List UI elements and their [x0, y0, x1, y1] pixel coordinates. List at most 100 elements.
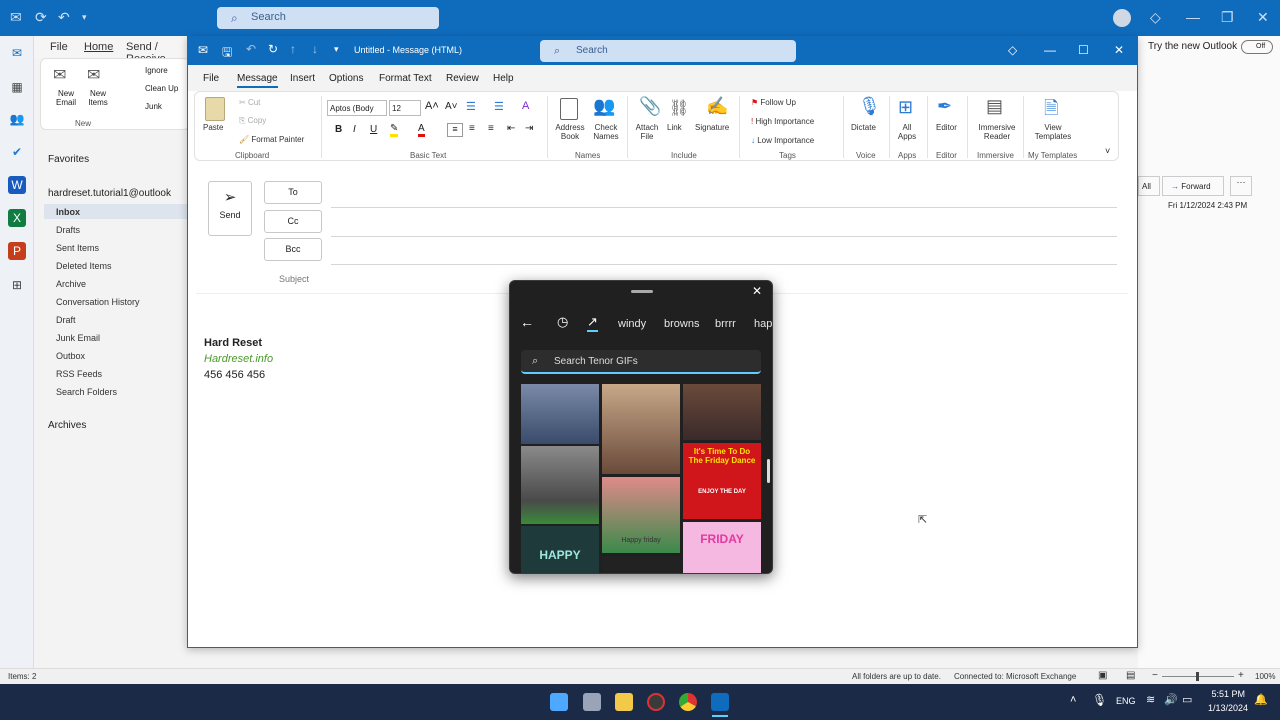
cc-button[interactable]: Cc — [264, 210, 322, 233]
copy-button[interactable]: ⎘ Copy — [239, 116, 266, 126]
zoom-in-icon[interactable]: + — [1238, 670, 1244, 681]
to-button[interactable]: To — [264, 181, 322, 204]
apps-icon[interactable]: ⊞ — [8, 276, 26, 294]
immersive-reader-button[interactable]: Immersive Reader — [975, 123, 1019, 141]
new-email-button[interactable]: New Email — [51, 89, 81, 107]
recent-clock-icon[interactable]: ◷ — [557, 314, 568, 330]
styles-icon[interactable]: A — [522, 100, 529, 112]
zoom-out-icon[interactable]: − — [1152, 670, 1158, 681]
start-icon[interactable] — [550, 693, 568, 711]
tab-review[interactable]: Review — [446, 73, 479, 84]
redo-icon[interactable]: ↻ — [268, 42, 278, 56]
low-importance-button[interactable]: ↓ Low Importance — [751, 136, 814, 145]
avatar[interactable] — [1113, 9, 1131, 27]
close-icon[interactable]: ✕ — [1114, 43, 1124, 57]
folder-sent[interactable]: Sent Items — [56, 243, 99, 253]
gif-thumbnail[interactable]: Happy friday — [602, 477, 680, 553]
to-field[interactable] — [331, 207, 1117, 208]
forward-button[interactable]: → Forward — [1162, 176, 1224, 196]
bullets-icon[interactable]: ☰ — [466, 100, 476, 113]
format-painter-button[interactable]: 🖌 Format Painter — [239, 135, 304, 144]
tag-brrrr[interactable]: brrrr — [715, 318, 736, 330]
reading-view-icon[interactable]: ▤ — [1126, 670, 1135, 681]
close-icon[interactable]: ✕ — [1257, 9, 1269, 26]
folder-outbox[interactable]: Outbox — [56, 351, 85, 361]
tab-format-text[interactable]: Format Text — [379, 73, 432, 84]
check-names-button[interactable]: Check Names — [588, 123, 624, 141]
high-importance-button[interactable]: ! High Importance — [751, 117, 814, 126]
microphone-icon[interactable]: 🎙 — [1092, 693, 1107, 707]
paste-icon[interactable] — [205, 97, 225, 121]
clock-time[interactable]: 5:51 PM — [1205, 689, 1245, 699]
gif-thumbnail[interactable] — [683, 384, 761, 440]
undo-icon[interactable]: ↶ — [58, 9, 70, 26]
align-right-icon[interactable]: ≡ — [488, 123, 494, 134]
word-icon[interactable]: W — [8, 176, 26, 194]
shrink-font-icon[interactable]: A˅ — [445, 101, 458, 112]
maximize-icon[interactable]: ☐ — [1078, 43, 1089, 57]
signature-site-link[interactable]: Hardreset.info — [204, 353, 273, 365]
down-arrow-icon[interactable]: ↓ — [312, 42, 318, 56]
bold-icon[interactable]: B — [335, 124, 342, 135]
reply-all-button[interactable]: All — [1138, 176, 1160, 196]
gif-thumbnail[interactable]: FRIDAY — [683, 522, 761, 573]
normal-view-icon[interactable]: ▣ — [1098, 670, 1107, 681]
up-arrow-icon[interactable]: ↑ — [290, 42, 296, 56]
gif-thumbnail[interactable] — [602, 556, 680, 573]
language-indicator[interactable]: ENG — [1116, 696, 1136, 706]
cc-field[interactable] — [331, 236, 1117, 237]
view-templates-button[interactable]: View Templates — [1033, 123, 1073, 141]
tab-file[interactable]: File — [203, 73, 219, 84]
clock-date[interactable]: 1/13/2024 — [1200, 703, 1248, 713]
sync-icon[interactable]: ⟳ — [35, 9, 47, 26]
obs-icon[interactable] — [647, 693, 665, 711]
close-icon[interactable]: ✕ — [752, 284, 762, 298]
gif-thumbnail[interactable] — [521, 384, 599, 444]
highlight-icon[interactable]: ✎ — [390, 123, 399, 137]
tag-browns[interactable]: browns — [664, 318, 699, 330]
folder-draft[interactable]: Draft — [56, 315, 76, 325]
address-book-button[interactable]: Address Book — [552, 123, 588, 141]
minimize-icon[interactable]: — — [1044, 43, 1056, 57]
volume-icon[interactable]: 🔊 — [1164, 693, 1178, 706]
new-outlook-toggle[interactable]: Off — [1241, 40, 1273, 54]
ignore-button[interactable]: Ignore — [145, 66, 168, 75]
tab-help[interactable]: Help — [493, 73, 514, 84]
paste-button[interactable]: Paste — [203, 123, 223, 132]
send-button[interactable]: ➢ Send — [208, 181, 252, 236]
italic-icon[interactable]: I — [353, 124, 356, 135]
calendar-icon[interactable]: ▦ — [8, 78, 26, 96]
decrease-indent-icon[interactable]: ⇤ — [507, 123, 515, 134]
gif-thumbnail[interactable]: It's Time To Do The Friday Dance ENJOY T… — [683, 443, 761, 519]
menu-file[interactable]: File — [50, 41, 68, 53]
qat-dropdown-icon[interactable]: ▾ — [82, 12, 87, 23]
grow-font-icon[interactable]: A˄ — [425, 100, 439, 112]
ribbon-collapse-icon[interactable]: ˅ — [1105, 146, 1110, 156]
minimize-icon[interactable]: — — [1186, 9, 1200, 25]
align-left-icon[interactable]: ≡ — [447, 123, 463, 137]
folder-rss[interactable]: RSS Feeds — [56, 369, 102, 379]
bcc-field[interactable] — [331, 264, 1117, 265]
battery-icon[interactable]: ▭ — [1182, 693, 1192, 706]
increase-indent-icon[interactable]: ⇥ — [525, 123, 533, 134]
tab-message[interactable]: Message — [237, 73, 278, 88]
back-arrow-icon[interactable]: ← — [520, 314, 534, 330]
diamond-icon[interactable]: ◇ — [1008, 43, 1017, 57]
gif-thumbnail[interactable] — [521, 446, 599, 524]
gif-thumbnail[interactable]: HAPPY — [521, 526, 599, 573]
attach-file-button[interactable]: Attach File — [631, 123, 663, 141]
compose-search-box[interactable]: ⌕ Search — [540, 40, 796, 62]
tab-options[interactable]: Options — [329, 73, 363, 84]
font-size-select[interactable]: 12 — [389, 100, 421, 116]
cut-button[interactable]: ✂ Cut — [239, 98, 260, 107]
save-icon[interactable]: 🖫 — [222, 43, 232, 64]
align-center-icon[interactable]: ≡ — [469, 123, 475, 134]
numbering-icon[interactable]: ☰ — [494, 100, 504, 113]
outlook-taskbar-icon[interactable] — [711, 693, 729, 711]
tag-windy[interactable]: windy — [618, 318, 646, 330]
underline-icon[interactable]: U — [370, 124, 377, 135]
chrome-icon[interactable] — [679, 693, 697, 711]
drag-handle[interactable] — [631, 290, 653, 293]
notification-bell-icon[interactable]: 🔔 — [1254, 693, 1268, 706]
tab-insert[interactable]: Insert — [290, 73, 315, 84]
